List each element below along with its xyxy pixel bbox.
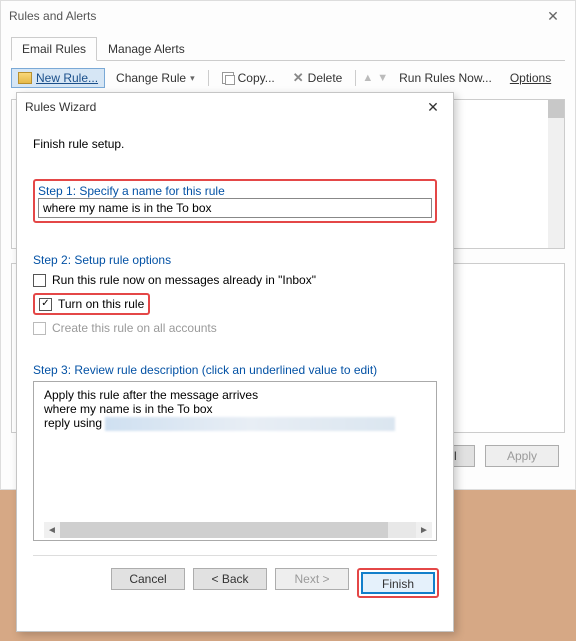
toolbar-separator <box>355 70 356 86</box>
run-now-label: Run this rule now on messages already in… <box>52 273 316 287</box>
wizard-title: Rules Wizard <box>25 100 96 114</box>
copy-button[interactable]: Copy... <box>215 68 282 88</box>
checkbox-disabled-icon <box>33 322 46 335</box>
scrollbar-horizontal[interactable]: ◄ ► <box>44 522 432 538</box>
next-button: Next > <box>275 568 349 590</box>
tab-manage-alerts[interactable]: Manage Alerts <box>97 37 196 61</box>
toolbar-separator <box>208 70 209 86</box>
scroll-right-icon[interactable]: ► <box>416 525 432 536</box>
window-title: Rules and Alerts <box>9 9 96 23</box>
separator <box>33 555 437 556</box>
window-titlebar: Rules and Alerts ✕ <box>1 1 575 31</box>
reply-template-link[interactable] <box>105 417 395 431</box>
back-button[interactable]: < Back <box>193 568 267 590</box>
checkbox-unchecked-icon[interactable] <box>33 274 46 287</box>
scroll-left-icon[interactable]: ◄ <box>44 525 60 536</box>
wizard-body: Finish rule setup. Step 1: Specify a nam… <box>17 121 453 556</box>
wizard-titlebar: Rules Wizard ✕ <box>17 93 453 121</box>
desc-line-3: reply using <box>44 416 432 431</box>
finish-button[interactable]: Finish <box>361 572 435 594</box>
step2-label: Step 2: Setup rule options <box>33 253 437 267</box>
turn-on-checkbox-row[interactable]: Turn on this rule <box>39 297 144 311</box>
close-icon[interactable]: ✕ <box>539 8 567 25</box>
wizard-subtitle: Finish rule setup. <box>33 137 437 151</box>
toolbar: New Rule... Change Rule ▾ Copy... ✕ Dele… <box>11 61 565 95</box>
change-rule-button[interactable]: Change Rule ▾ <box>109 68 202 88</box>
chevron-down-icon: ▾ <box>190 73 195 84</box>
step1-highlight: Step 1: Specify a name for this rule <box>33 179 437 223</box>
wizard-button-row: Cancel < Back Next > Finish <box>17 564 453 610</box>
rule-description-editor[interactable]: Apply this rule after the message arrive… <box>33 381 437 541</box>
move-up-icon[interactable]: ▲ <box>362 72 373 84</box>
finish-highlight: Finish <box>357 568 439 598</box>
checkbox-checked-icon[interactable] <box>39 298 52 311</box>
close-icon[interactable]: ✕ <box>421 99 445 116</box>
scrollbar-thumb[interactable] <box>60 522 388 538</box>
tab-strip: Email Rules Manage Alerts <box>11 37 565 61</box>
rule-description-content: Apply this rule after the message arrive… <box>44 388 432 520</box>
move-down-icon[interactable]: ▼ <box>377 72 388 84</box>
step3-label: Step 3: Review rule description (click a… <box>33 363 437 377</box>
desc-line-2: where my name is in the To box <box>44 402 432 416</box>
scrollbar-thumb[interactable] <box>548 100 564 118</box>
delete-x-icon: ✕ <box>293 70 304 86</box>
delete-button[interactable]: ✕ Delete <box>286 67 350 89</box>
cancel-button[interactable]: Cancel <box>111 568 185 590</box>
new-rule-button[interactable]: New Rule... <box>11 68 105 88</box>
apply-button[interactable]: Apply <box>485 445 559 467</box>
turn-on-highlight: Turn on this rule <box>33 293 150 315</box>
rules-wizard-window: Rules Wizard ✕ Finish rule setup. Step 1… <box>16 92 454 632</box>
turn-on-label: Turn on this rule <box>58 297 144 311</box>
step1-label: Step 1: Specify a name for this rule <box>38 184 432 198</box>
rule-name-input[interactable] <box>38 198 432 218</box>
run-rules-button[interactable]: Run Rules Now... <box>392 68 499 88</box>
new-rule-icon <box>18 72 32 84</box>
tab-email-rules[interactable]: Email Rules <box>11 37 97 61</box>
scrollbar-vertical[interactable] <box>548 100 564 248</box>
all-accounts-checkbox-row: Create this rule on all accounts <box>33 321 437 335</box>
run-now-checkbox-row[interactable]: Run this rule now on messages already in… <box>33 273 437 287</box>
scroll-track[interactable] <box>60 522 416 538</box>
desc-line-1: Apply this rule after the message arrive… <box>44 388 432 402</box>
all-accounts-label: Create this rule on all accounts <box>52 321 217 335</box>
options-link[interactable]: Options <box>503 68 558 88</box>
